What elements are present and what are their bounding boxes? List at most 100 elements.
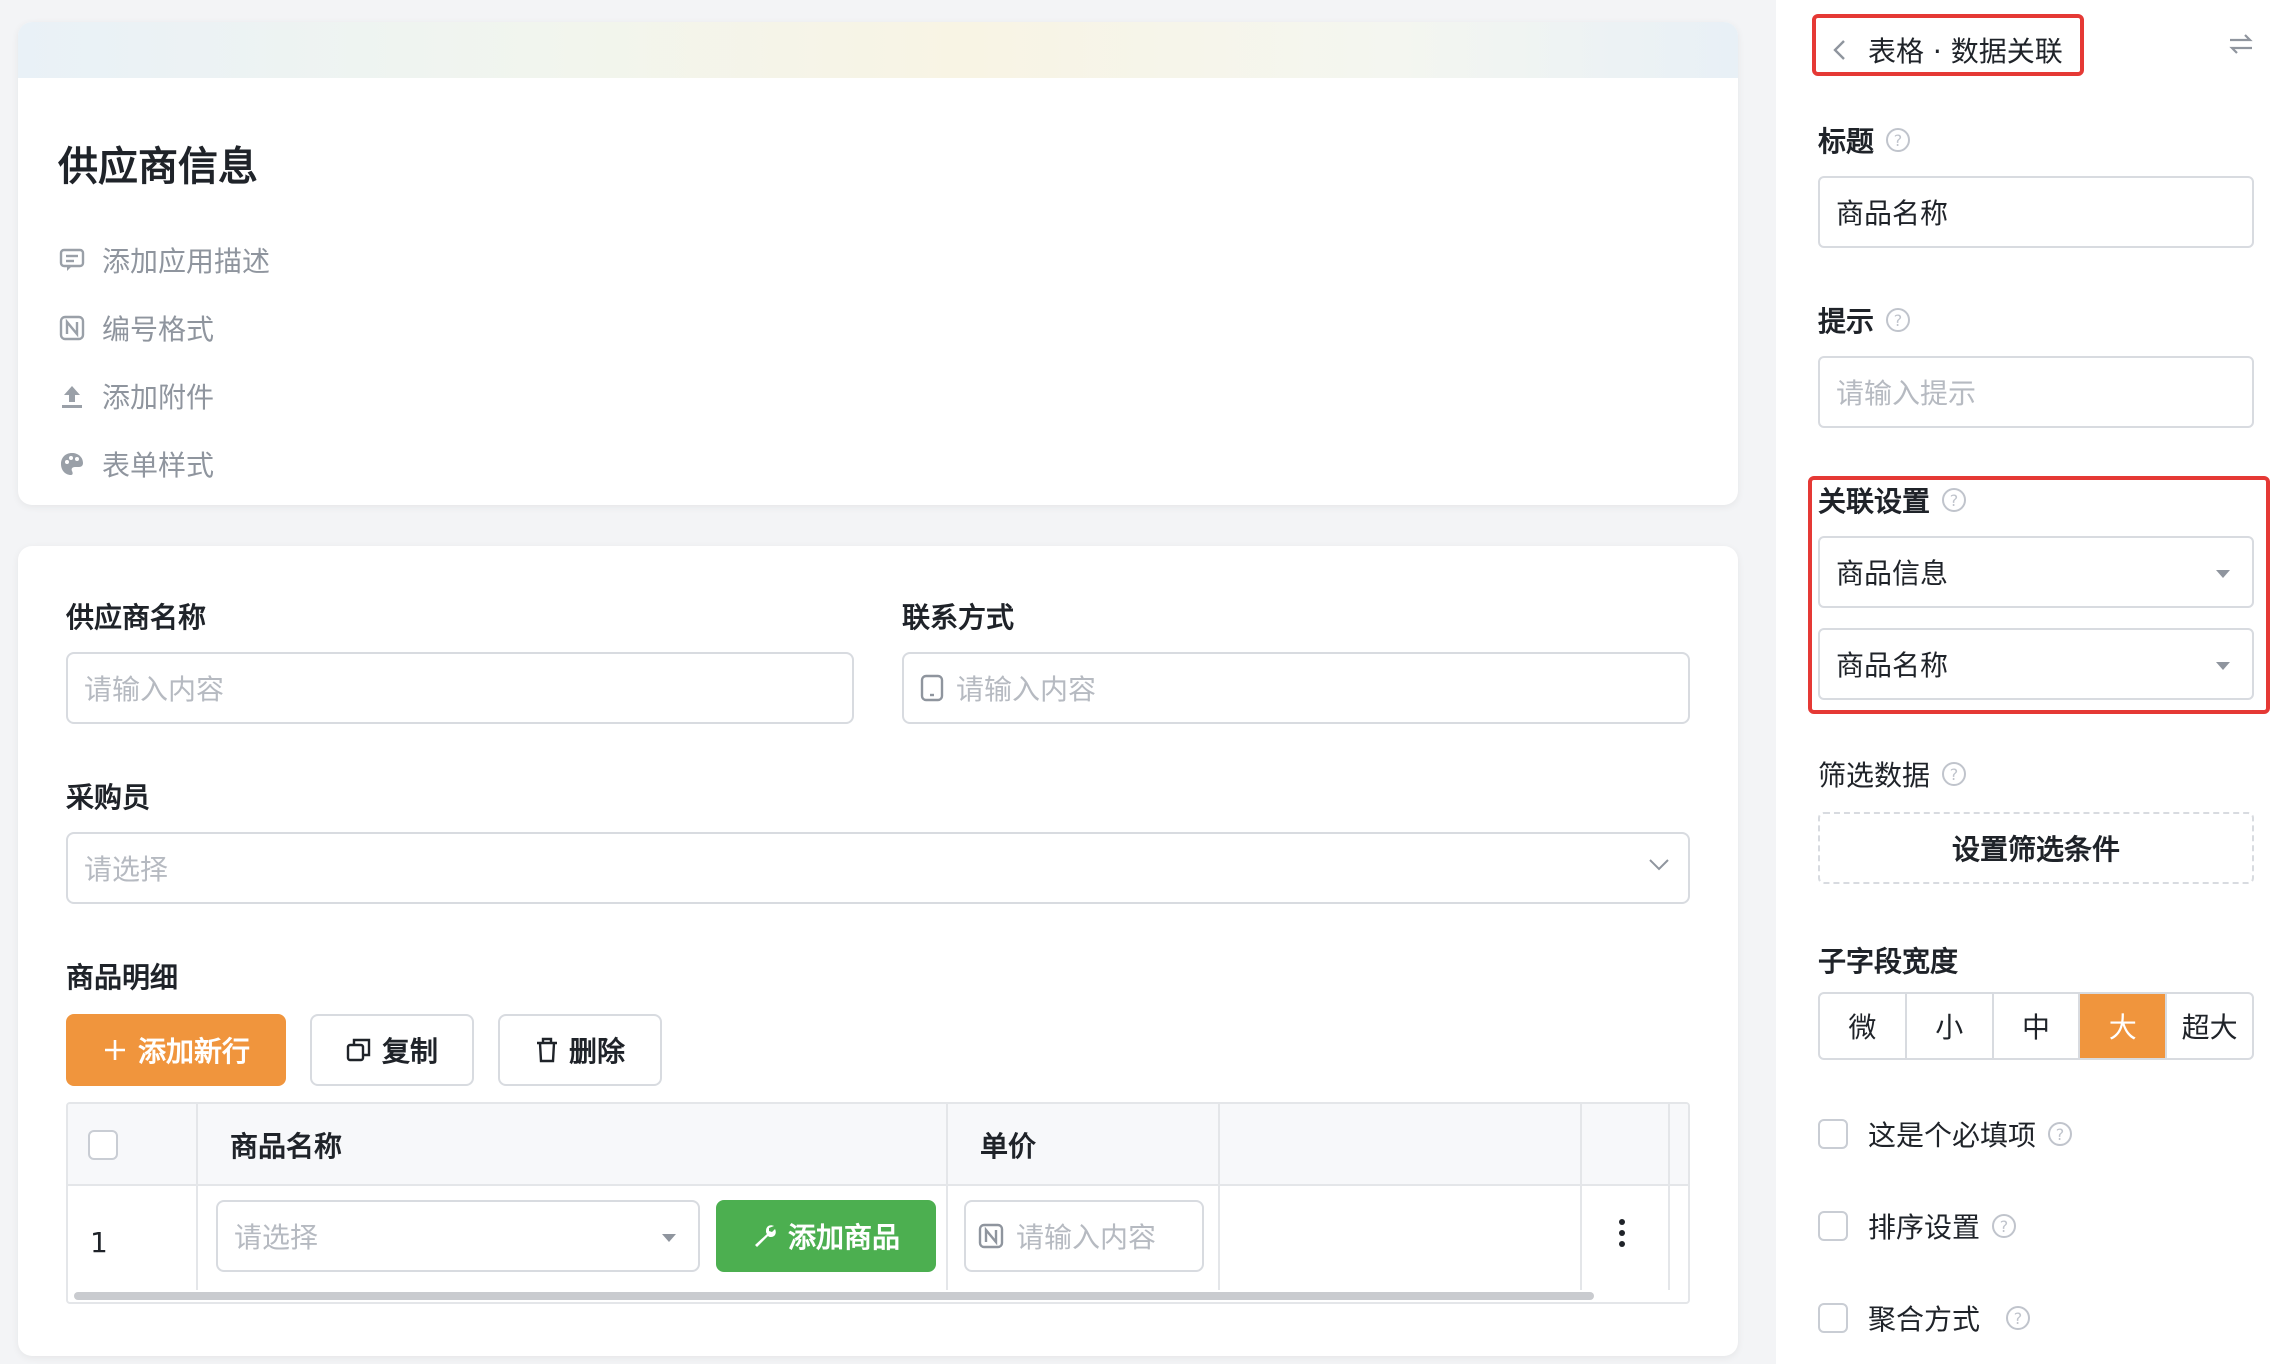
chevron-left-icon[interactable]: [1832, 39, 1846, 61]
column-divider: [1668, 1104, 1670, 1290]
select-all-checkbox[interactable]: [88, 1130, 118, 1160]
column-divider: [1580, 1104, 1582, 1290]
aggregate-checkbox[interactable]: [1818, 1303, 1848, 1333]
caret-down-icon: [2216, 662, 2230, 670]
copy-label: 复制: [381, 1035, 438, 1068]
detail-table: 商品名称 单价 1 请选择 添加商品 请输入内容: [66, 1102, 1690, 1304]
width-option-xlarge[interactable]: 超大: [2167, 994, 2252, 1058]
aggregate-row[interactable]: 聚合方式 ?: [1818, 1298, 2031, 1338]
help-icon[interactable]: ?: [1886, 308, 1911, 332]
help-icon[interactable]: ?: [1992, 1214, 2017, 1238]
hint-placeholder: 请输入提示: [1836, 377, 1977, 410]
select-all-cell: [88, 1104, 118, 1186]
delete-button[interactable]: 删除: [498, 1014, 662, 1086]
delete-label: 删除: [568, 1035, 625, 1068]
relation-form-value: 商品信息: [1836, 557, 1949, 590]
wrench-icon: [752, 1223, 778, 1249]
add-description-link[interactable]: 添加应用描述: [58, 240, 270, 280]
supplier-name-input[interactable]: 请输入内容: [66, 652, 854, 724]
relation-form-select[interactable]: 商品信息: [1818, 536, 2254, 608]
relation-label-text: 关联设置: [1818, 485, 1931, 518]
title-value: 商品名称: [1836, 197, 1949, 230]
set-filter-button[interactable]: 设置筛选条件: [1818, 812, 2254, 884]
palette-icon: [58, 450, 86, 478]
filter-label: 筛选数据 ?: [1818, 754, 1967, 794]
required-checkbox[interactable]: [1818, 1119, 1848, 1149]
title-label-text: 标题: [1818, 125, 1875, 158]
number-format-icon: [58, 314, 86, 342]
buyer-label: 采购员: [66, 781, 151, 814]
column-divider: [946, 1104, 948, 1290]
add-attachment-link[interactable]: 添加附件: [58, 376, 214, 416]
hint-label: 提示 ?: [1818, 300, 1911, 340]
form-title[interactable]: 供应商信息: [58, 134, 258, 192]
width-label: 子字段宽度: [1818, 945, 1959, 978]
plus-icon: [102, 1037, 128, 1063]
sort-label: 排序设置: [1868, 1211, 1981, 1244]
relation-field-value: 商品名称: [1836, 649, 1949, 682]
sort-row[interactable]: 排序设置 ?: [1818, 1206, 2017, 1246]
more-vertical-icon[interactable]: [1618, 1218, 1626, 1252]
detail-label: 商品明细: [66, 961, 179, 994]
add-row-button[interactable]: 添加新行: [66, 1014, 286, 1086]
title-input[interactable]: 商品名称: [1818, 176, 2254, 248]
breadcrumb-text: 表格 · 数据关联: [1868, 35, 2063, 68]
add-product-button[interactable]: 添加商品: [716, 1200, 936, 1272]
breadcrumb[interactable]: 表格 · 数据关联: [1832, 30, 2063, 70]
relation-field-select[interactable]: 商品名称: [1818, 628, 2254, 700]
caret-down-icon: [662, 1234, 676, 1242]
column-divider: [1218, 1104, 1220, 1290]
product-select[interactable]: 请选择: [216, 1200, 700, 1272]
help-icon[interactable]: ?: [2006, 1306, 2031, 1330]
form-body-card: 供应商名称 请输入内容 联系方式 请输入内容 采购员 请选择 商品明细 添加新行…: [18, 546, 1738, 1356]
help-icon[interactable]: ?: [2048, 1122, 2073, 1146]
swap-icon[interactable]: [2228, 32, 2254, 60]
required-label: 这是个必填项: [1868, 1119, 2037, 1152]
price-input[interactable]: 请输入内容: [964, 1200, 1204, 1272]
help-icon[interactable]: ?: [1886, 128, 1911, 152]
buyer-placeholder: 请选择: [84, 853, 169, 886]
column-divider: [196, 1104, 198, 1290]
contact-input[interactable]: 请输入内容: [902, 652, 1690, 724]
copy-icon: [346, 1037, 372, 1063]
column-header-price: 单价: [980, 1130, 1037, 1163]
trash-icon: [535, 1037, 559, 1063]
hint-input[interactable]: 请输入提示: [1818, 356, 2254, 428]
meta-label: 添加附件: [102, 381, 215, 414]
number-format-icon: [978, 1223, 1004, 1249]
title-label: 标题 ?: [1818, 120, 1911, 160]
supplier-name-label: 供应商名称: [66, 601, 207, 634]
buyer-select[interactable]: 请选择: [66, 832, 1690, 904]
width-option-medium[interactable]: 中: [1994, 994, 2081, 1058]
help-icon[interactable]: ?: [1942, 762, 1967, 786]
number-format-link[interactable]: 编号格式: [58, 308, 214, 348]
relation-label: 关联设置 ?: [1818, 480, 1967, 520]
copy-button[interactable]: 复制: [310, 1014, 474, 1086]
filter-label-text: 筛选数据: [1818, 759, 1931, 792]
contact-label: 联系方式: [902, 601, 1015, 634]
width-option-tiny[interactable]: 微: [1820, 994, 1907, 1058]
product-select-placeholder: 请选择: [234, 1221, 319, 1254]
add-row-label: 添加新行: [137, 1035, 250, 1068]
help-icon[interactable]: ?: [1942, 488, 1967, 512]
required-row[interactable]: 这是个必填项 ?: [1818, 1114, 2073, 1154]
phone-icon: [920, 674, 944, 702]
add-product-label: 添加商品: [787, 1221, 900, 1254]
caret-down-icon: [2216, 570, 2230, 578]
supplier-name-placeholder: 请输入内容: [84, 673, 225, 706]
form-header-card: 供应商信息 添加应用描述 编号格式 添加附件 表单样式: [18, 22, 1738, 505]
meta-label: 表单样式: [102, 449, 215, 482]
row-index: 1: [90, 1226, 108, 1259]
contact-placeholder: 请输入内容: [956, 673, 1097, 706]
form-style-link[interactable]: 表单样式: [58, 444, 214, 484]
horizontal-scrollbar[interactable]: [74, 1292, 1594, 1300]
header-gradient: [18, 22, 1738, 78]
meta-label: 添加应用描述: [102, 245, 271, 278]
hint-label-text: 提示: [1818, 305, 1875, 338]
width-option-small[interactable]: 小: [1907, 994, 1994, 1058]
set-filter-label: 设置筛选条件: [1951, 833, 2120, 866]
chevron-down-icon: [1648, 858, 1670, 872]
width-option-large[interactable]: 大: [2080, 994, 2168, 1058]
aggregate-label: 聚合方式: [1868, 1303, 1981, 1336]
sort-checkbox[interactable]: [1818, 1211, 1848, 1241]
